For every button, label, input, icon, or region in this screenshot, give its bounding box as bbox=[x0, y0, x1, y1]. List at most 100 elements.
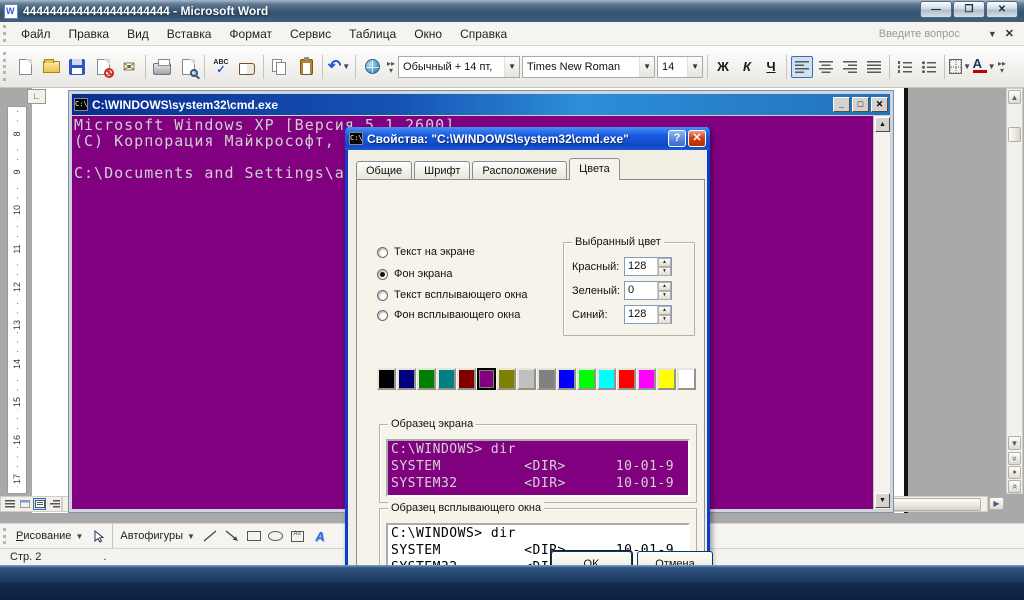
chevron-down-icon[interactable]: ▼ bbox=[988, 29, 997, 39]
tab-layout[interactable]: Расположение bbox=[472, 161, 568, 180]
paste-button[interactable] bbox=[294, 55, 318, 79]
color-swatch[interactable] bbox=[397, 368, 416, 390]
oval-tool-button[interactable] bbox=[267, 529, 285, 543]
print-preview-button[interactable] bbox=[176, 55, 200, 79]
menu-edit[interactable]: Правка bbox=[60, 24, 119, 44]
spelling-button[interactable]: ABC ✓ bbox=[209, 55, 233, 79]
undo-button[interactable]: ↶ ▼ bbox=[327, 55, 351, 79]
permission-button[interactable] bbox=[91, 55, 115, 79]
tab-general[interactable]: Общие bbox=[356, 161, 413, 180]
color-swatch[interactable] bbox=[497, 368, 516, 390]
color-swatch[interactable] bbox=[597, 368, 616, 390]
align-center-button[interactable] bbox=[815, 56, 837, 78]
tab-stop-selector[interactable]: ∟ bbox=[27, 89, 46, 104]
spin-up-icon[interactable]: ▲ bbox=[658, 258, 671, 267]
drawing-menu-button[interactable]: РРисованиеисование ▼ bbox=[12, 530, 87, 542]
radio-icon[interactable] bbox=[377, 246, 388, 258]
spin-up-icon[interactable]: ▲ bbox=[658, 306, 671, 315]
scroll-up-button[interactable]: ▲ bbox=[1008, 90, 1021, 104]
menu-tools[interactable]: Сервис bbox=[281, 24, 340, 44]
cmd-scroll-up-button[interactable]: ▲ bbox=[875, 117, 890, 132]
option-popup-text[interactable]: Текст всплывающего окна bbox=[377, 289, 527, 301]
cmd-minimize-button[interactable]: _ bbox=[833, 97, 850, 112]
chevron-down-icon[interactable]: ▼ bbox=[504, 56, 520, 77]
radio-icon[interactable] bbox=[377, 309, 388, 321]
spin-down-icon[interactable]: ▼ bbox=[658, 315, 671, 324]
dialog-titlebar[interactable]: C:\ Свойства: "C:\WINDOWS\system32\cmd.e… bbox=[345, 127, 710, 150]
new-document-button[interactable] bbox=[13, 55, 37, 79]
line-tool-button[interactable] bbox=[201, 529, 219, 543]
chevron-down-icon[interactable]: ▼ bbox=[342, 62, 350, 71]
spin-down-icon[interactable]: ▼ bbox=[658, 267, 671, 276]
browse-object-button[interactable]: ● bbox=[1008, 466, 1021, 479]
color-swatch[interactable] bbox=[377, 368, 396, 390]
autoshapes-menu-button[interactable]: Автофигуры ▼ bbox=[116, 530, 199, 542]
cmd-close-button[interactable]: ✕ bbox=[871, 97, 888, 112]
copy-button[interactable] bbox=[268, 55, 292, 79]
italic-button[interactable]: К bbox=[736, 56, 758, 78]
option-popup-background[interactable]: Фон всплывающего окна bbox=[377, 309, 520, 321]
option-screen-background[interactable]: Фон экрана bbox=[377, 268, 452, 280]
tab-colors[interactable]: Цвета bbox=[569, 158, 620, 180]
option-screen-text[interactable]: Текст на экране bbox=[377, 246, 475, 258]
color-swatch-selected[interactable] bbox=[477, 368, 496, 390]
menu-format[interactable]: Формат bbox=[220, 24, 281, 44]
toolbar-options-button[interactable]: ▸▸ ▾ bbox=[998, 59, 1006, 74]
save-button[interactable] bbox=[65, 55, 89, 79]
toolbar-grip[interactable] bbox=[3, 25, 8, 42]
style-combobox[interactable]: Обычный + 14 пт, ▼ bbox=[398, 55, 521, 78]
hyperlink-button[interactable] bbox=[360, 55, 384, 79]
browse-previous-button[interactable]: » bbox=[1008, 452, 1021, 465]
cmd-maximize-button[interactable]: □ bbox=[852, 97, 869, 112]
menu-view[interactable]: Вид bbox=[118, 24, 158, 44]
ask-question-placeholder[interactable]: Введите вопрос bbox=[879, 28, 960, 40]
bold-button[interactable]: Ж bbox=[712, 56, 734, 78]
chevron-down-icon[interactable]: ▼ bbox=[963, 62, 971, 71]
cmd-scrollbar[interactable]: ▲ ▼ bbox=[873, 116, 890, 509]
open-button[interactable] bbox=[39, 55, 63, 79]
color-swatch[interactable] bbox=[537, 368, 556, 390]
print-layout-button[interactable] bbox=[33, 498, 46, 510]
blue-spinbox[interactable]: 128 ▲ ▼ bbox=[624, 305, 672, 324]
blue-value[interactable]: 128 bbox=[625, 306, 657, 323]
font-color-button[interactable]: А ▼ bbox=[972, 56, 996, 78]
rectangle-tool-button[interactable] bbox=[245, 529, 263, 543]
help-button[interactable]: ? bbox=[668, 130, 686, 147]
bullet-list-button[interactable] bbox=[918, 56, 940, 78]
numbered-list-button[interactable] bbox=[894, 56, 916, 78]
vertical-scrollbar[interactable]: ▲ ▼ » ● » bbox=[1006, 88, 1023, 494]
justify-button[interactable] bbox=[863, 56, 885, 78]
color-swatch[interactable] bbox=[457, 368, 476, 390]
menu-window[interactable]: Окно bbox=[405, 24, 451, 44]
close-button[interactable]: ✕ bbox=[986, 1, 1018, 18]
browse-next-button[interactable]: » bbox=[1008, 480, 1021, 493]
color-swatch[interactable] bbox=[677, 368, 696, 390]
email-button[interactable]: ✉ bbox=[117, 55, 141, 79]
color-swatch[interactable] bbox=[657, 368, 676, 390]
borders-button[interactable]: ▼ bbox=[949, 56, 971, 78]
web-layout-button[interactable] bbox=[18, 498, 31, 510]
menu-help[interactable]: Справка bbox=[451, 24, 516, 44]
color-swatch[interactable] bbox=[577, 368, 596, 390]
color-swatch[interactable] bbox=[437, 368, 456, 390]
print-button[interactable] bbox=[150, 55, 174, 79]
select-objects-button[interactable] bbox=[89, 529, 107, 543]
tab-font[interactable]: Шрифт bbox=[414, 161, 471, 180]
color-swatch[interactable] bbox=[557, 368, 576, 390]
chevron-down-icon[interactable]: ▼ bbox=[639, 56, 655, 77]
vertical-scroll-thumb[interactable] bbox=[1008, 127, 1021, 142]
normal-view-button[interactable] bbox=[3, 498, 16, 510]
toolbar-options-button[interactable]: ▸▸ ▾ bbox=[387, 59, 395, 74]
minimize-button[interactable]: — bbox=[920, 1, 952, 18]
color-swatch[interactable] bbox=[417, 368, 436, 390]
toolbar-grip[interactable] bbox=[3, 52, 8, 81]
toolbar-grip[interactable] bbox=[3, 527, 8, 545]
menu-table[interactable]: Таблица bbox=[340, 24, 405, 44]
chevron-down-icon[interactable]: ▼ bbox=[687, 56, 703, 77]
chevron-down-icon[interactable]: ▼ bbox=[988, 62, 996, 71]
color-swatch[interactable] bbox=[617, 368, 636, 390]
red-value[interactable]: 128 bbox=[625, 258, 657, 275]
radio-icon[interactable] bbox=[377, 289, 388, 301]
outline-view-button[interactable] bbox=[48, 498, 61, 510]
spin-up-icon[interactable]: ▲ bbox=[658, 282, 671, 291]
